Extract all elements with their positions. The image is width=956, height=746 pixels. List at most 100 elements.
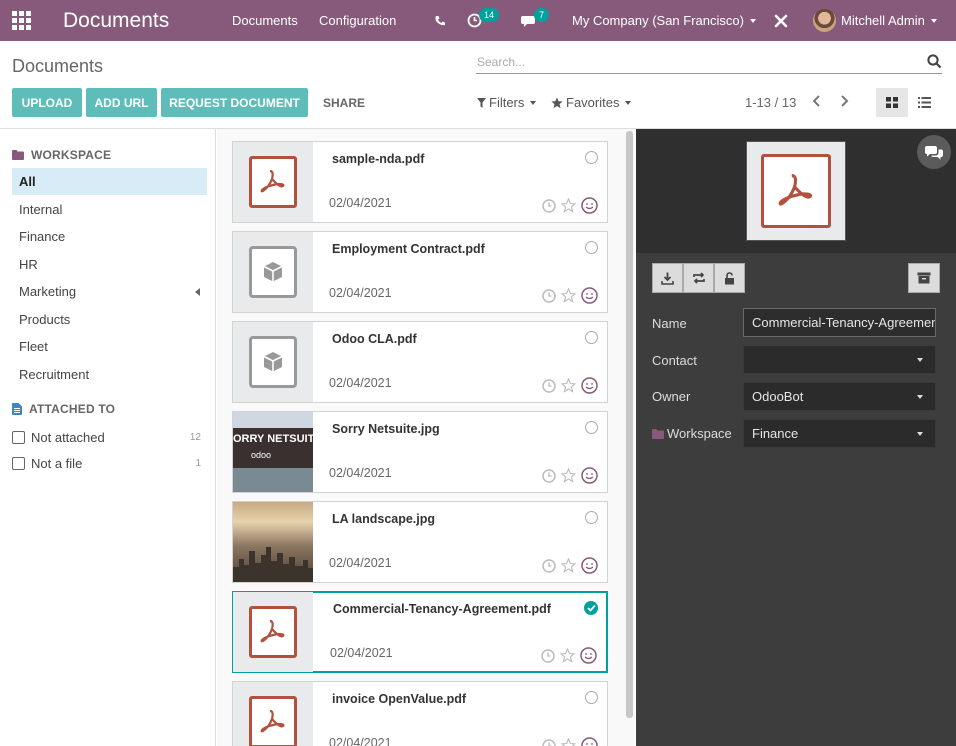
message-count-badge: 7: [534, 8, 550, 22]
filter-icon: [477, 97, 486, 108]
phone-icon[interactable]: [434, 0, 446, 41]
document-name: sample-nda.pdf: [332, 152, 425, 166]
owner-avatar-icon: [580, 647, 597, 664]
owner-select[interactable]: OdooBot: [743, 382, 936, 411]
apps-menu-icon[interactable]: [12, 0, 31, 41]
filter-not-a-file[interactable]: Not a file 1: [12, 456, 207, 471]
search-icon[interactable]: [927, 54, 942, 72]
list-view-icon[interactable]: [910, 88, 938, 117]
activity-clock-icon: [542, 468, 556, 483]
download-icon[interactable]: [652, 263, 683, 293]
menu-configuration[interactable]: Configuration: [319, 0, 396, 41]
document-card-selected[interactable]: Commercial-Tenancy-Agreement.pdf 02/04/2…: [232, 591, 608, 673]
pdf-thumbnail: [233, 682, 313, 746]
owner-value: OdooBot: [752, 389, 804, 404]
upload-button[interactable]: UPLOAD: [12, 88, 82, 117]
select-radio[interactable]: [585, 691, 598, 704]
document-date: 02/04/2021: [329, 466, 392, 480]
not-a-file-checkbox[interactable]: [12, 457, 25, 470]
activity-clock-icon[interactable]: 14: [467, 0, 500, 41]
add-url-button[interactable]: ADD URL: [86, 88, 157, 117]
document-date: 02/04/2021: [329, 376, 392, 390]
replace-icon[interactable]: [683, 263, 714, 293]
preview-thumbnail[interactable]: [746, 141, 846, 241]
workspace-label: Workspace: [652, 426, 732, 441]
document-card[interactable]: LA landscape.jpg 02/04/2021: [232, 501, 608, 583]
sidebar-item-hr[interactable]: HR: [12, 251, 207, 278]
kanban-view-icon[interactable]: [876, 88, 908, 117]
pager-value[interactable]: 1-13 / 13: [745, 95, 796, 110]
attached-to-heading-label: ATTACHED TO: [29, 402, 116, 416]
expand-caret-icon[interactable]: [195, 288, 200, 296]
document-name: Odoo CLA.pdf: [332, 332, 417, 346]
sidebar-item-finance[interactable]: Finance: [12, 223, 207, 250]
document-card[interactable]: ORRY NETSUIT odoo Sorry Netsuite.jpg 02/…: [232, 411, 608, 493]
contact-select[interactable]: [743, 345, 936, 374]
pdf-icon: [260, 709, 285, 733]
app-brand[interactable]: Documents: [63, 0, 169, 41]
archive-icon[interactable]: [908, 263, 940, 293]
document-card[interactable]: Odoo CLA.pdf 02/04/2021: [232, 321, 608, 403]
pager-previous-icon[interactable]: [811, 94, 823, 111]
kanban-scrollbar[interactable]: [626, 131, 633, 718]
filters-dropdown[interactable]: Filters: [477, 95, 537, 110]
package-icon: [263, 262, 283, 282]
owner-avatar-icon: [581, 467, 598, 484]
folder-icon: [652, 428, 664, 439]
company-switcher[interactable]: My Company (San Francisco): [572, 0, 756, 41]
favorite-star-icon: [561, 738, 576, 746]
owner-avatar-icon: [581, 557, 598, 574]
sidebar-item-all[interactable]: All: [12, 168, 207, 195]
pdf-icon: [260, 169, 285, 193]
select-radio[interactable]: [585, 331, 598, 344]
document-card[interactable]: Employment Contract.pdf 02/04/2021: [232, 231, 608, 313]
sidebar-item-recruitment[interactable]: Recruitment: [12, 361, 207, 388]
messages-icon[interactable]: 7: [521, 0, 550, 41]
chatter-toggle-icon[interactable]: [917, 135, 951, 169]
sidebar-item-products[interactable]: Products: [12, 306, 207, 333]
owner-avatar-icon: [581, 287, 598, 304]
select-radio[interactable]: [585, 511, 598, 524]
select-radio[interactable]: [585, 151, 598, 164]
unlock-icon[interactable]: [714, 263, 745, 293]
not-attached-checkbox[interactable]: [12, 431, 25, 444]
binary-thumbnail: [233, 322, 313, 402]
activity-count-badge: 14: [479, 8, 500, 22]
search-panel-sidebar: WORKSPACE All Internal Finance HR Market…: [0, 129, 216, 746]
favorite-star-icon: [561, 198, 576, 213]
selected-check-icon[interactable]: [584, 601, 598, 615]
not-attached-count: 12: [189, 432, 201, 443]
not-a-file-count: 1: [195, 458, 201, 469]
document-card[interactable]: invoice OpenValue.pdf 02/04/2021: [232, 681, 608, 746]
share-button[interactable]: SHARE: [323, 88, 365, 117]
filter-not-attached[interactable]: Not attached 12: [12, 430, 207, 445]
sidebar-item-fleet[interactable]: Fleet: [12, 333, 207, 360]
pager-next-icon[interactable]: [838, 94, 850, 111]
user-menu[interactable]: Mitchell Admin: [813, 0, 937, 41]
debug-tools-icon[interactable]: [774, 0, 788, 41]
name-field[interactable]: Commercial-Tenancy-Agreement.pdf: [743, 308, 936, 337]
workspace-heading: WORKSPACE: [12, 148, 111, 162]
favorites-dropdown[interactable]: Favorites: [551, 95, 632, 110]
select-radio[interactable]: [585, 241, 598, 254]
sidebar-item-internal[interactable]: Internal: [12, 196, 207, 223]
workspace-select[interactable]: Finance: [743, 419, 936, 448]
image-thumbnail: [233, 502, 313, 582]
pdf-icon: [778, 174, 813, 206]
workspace-heading-label: WORKSPACE: [31, 148, 112, 162]
document-name: Employment Contract.pdf: [332, 242, 485, 256]
sidebar-item-marketing[interactable]: Marketing: [12, 278, 207, 305]
document-actions: [652, 263, 745, 293]
pdf-thumbnail: [233, 142, 313, 222]
request-document-button[interactable]: REQUEST DOCUMENT: [161, 88, 308, 117]
owner-avatar-icon: [581, 197, 598, 214]
pdf-icon: [260, 619, 285, 643]
favorite-star-icon: [561, 378, 576, 393]
document-card[interactable]: sample-nda.pdf 02/04/2021: [232, 141, 608, 223]
select-radio[interactable]: [585, 421, 598, 434]
document-name: invoice OpenValue.pdf: [332, 692, 467, 706]
favorites-label: Favorites: [566, 95, 620, 110]
menu-documents[interactable]: Documents: [232, 0, 298, 41]
top-navbar: Documents Documents Configuration 14 7 M…: [0, 0, 956, 41]
search-input[interactable]: Search...: [476, 52, 942, 74]
